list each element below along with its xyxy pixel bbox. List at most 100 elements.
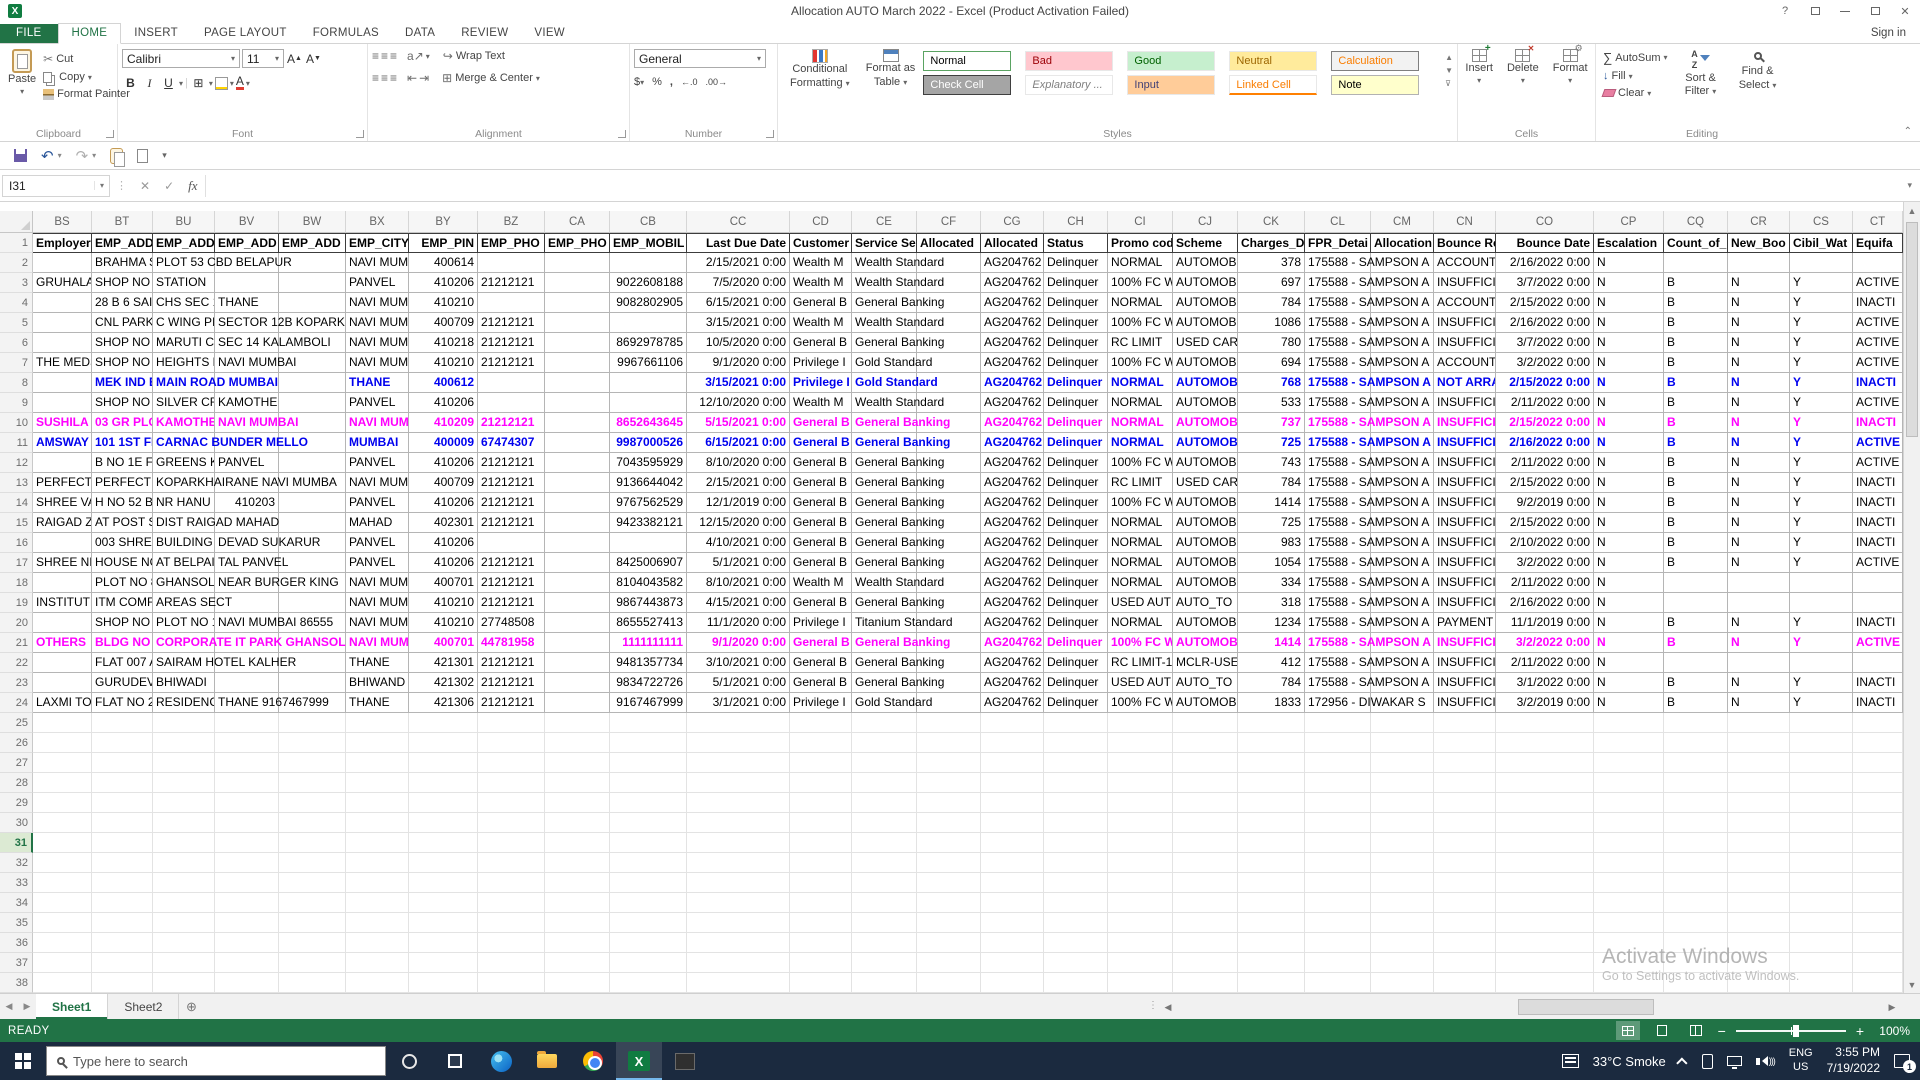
cell-CE16[interactable]: General Banking [852, 533, 917, 553]
cell-BW3[interactable] [279, 273, 346, 293]
cell-CQ5[interactable]: B [1664, 313, 1728, 333]
cell-BU21[interactable]: CORPORATE IT PARK GHANSOL [153, 633, 215, 653]
cell-CR4[interactable]: N [1728, 293, 1790, 313]
cell-BU3[interactable]: STATION [153, 273, 215, 293]
row-header-8[interactable]: 8 [0, 373, 33, 393]
cell-CP4[interactable]: N [1594, 293, 1664, 313]
cell-CN24[interactable]: INSUFFICI [1434, 693, 1496, 713]
cell-CB27[interactable] [610, 753, 687, 773]
col-header-CA[interactable]: CA [545, 211, 610, 233]
cell-BV29[interactable] [215, 793, 279, 813]
save-icon[interactable] [14, 149, 27, 162]
cell-BX32[interactable] [346, 853, 409, 873]
cell-CO4[interactable]: 2/15/2022 0:00 [1496, 293, 1594, 313]
cell-CK6[interactable]: 780 [1238, 333, 1305, 353]
cell-CH27[interactable] [1044, 753, 1108, 773]
cell-CJ15[interactable]: AUTOMOB [1173, 513, 1238, 533]
cell-CR27[interactable] [1728, 753, 1790, 773]
vertical-scrollbar[interactable]: ▲ ▼ [1903, 202, 1920, 993]
underline-button[interactable]: U [160, 74, 177, 92]
cell-CG21[interactable]: AG204762 [981, 633, 1044, 653]
cell-CD22[interactable]: General B [790, 653, 852, 673]
row-header-15[interactable]: 15 [0, 513, 33, 533]
cell-CI21[interactable]: 100% FC W [1108, 633, 1173, 653]
cell-BV30[interactable] [215, 813, 279, 833]
cell-CK19[interactable]: 318 [1238, 593, 1305, 613]
cell-BW25[interactable] [279, 713, 346, 733]
cell-CM35[interactable] [1371, 913, 1434, 933]
cell-CT25[interactable] [1853, 713, 1903, 733]
cell-CL12[interactable]: 175588 - SAMPSON A [1305, 453, 1371, 473]
cell-BV9[interactable]: KAMOTHE [215, 393, 279, 413]
cell-CC10[interactable]: 5/15/2021 0:00 [687, 413, 790, 433]
cell-CD36[interactable] [790, 933, 852, 953]
cell-BU13[interactable]: KOPARKHAIRANE NAVI MUMBA [153, 473, 215, 493]
cell-BS36[interactable] [33, 933, 92, 953]
cell-BZ5[interactable]: 21212121 [478, 313, 545, 333]
cell-BU17[interactable]: AT BELPAI [153, 553, 215, 573]
cell-CN18[interactable]: INSUFFICI [1434, 573, 1496, 593]
cell-BW15[interactable] [279, 513, 346, 533]
cell-CA35[interactable] [545, 913, 610, 933]
cell-BX37[interactable] [346, 953, 409, 973]
cell-CJ14[interactable]: AUTOMOB [1173, 493, 1238, 513]
cell-CR14[interactable]: N [1728, 493, 1790, 513]
cell-CL7[interactable]: 175588 - SAMPSON A [1305, 353, 1371, 373]
col-header-BX[interactable]: BX [346, 211, 409, 233]
cell-CT28[interactable] [1853, 773, 1903, 793]
cell-CG1[interactable]: Allocated [981, 233, 1044, 253]
cell-CD24[interactable]: Privilege I [790, 693, 852, 713]
scroll-right-icon[interactable]: ▶ [1884, 999, 1900, 1015]
cell-CA34[interactable] [545, 893, 610, 913]
cell-BZ17[interactable]: 21212121 [478, 553, 545, 573]
sign-in-link[interactable]: Sign in [1871, 27, 1906, 43]
paste-button[interactable]: Paste▾ [4, 47, 40, 125]
cell-CK30[interactable] [1238, 813, 1305, 833]
cell-CO28[interactable] [1496, 773, 1594, 793]
cell-CQ7[interactable]: B [1664, 353, 1728, 373]
cell-CJ35[interactable] [1173, 913, 1238, 933]
cell-CB19[interactable]: 9867443873 [610, 593, 687, 613]
col-header-CJ[interactable]: CJ [1173, 211, 1238, 233]
cell-CJ23[interactable]: AUTO_TO [1173, 673, 1238, 693]
cell-CO9[interactable]: 2/11/2022 0:00 [1496, 393, 1594, 413]
cell-CQ2[interactable] [1664, 253, 1728, 273]
clear-button[interactable]: Clear▾ [1600, 86, 1671, 100]
cell-CT23[interactable]: INACTI [1853, 673, 1903, 693]
cell-CH26[interactable] [1044, 733, 1108, 753]
cell-BY15[interactable]: 402301 [409, 513, 478, 533]
cell-BT8[interactable]: MEK IND E [92, 373, 153, 393]
cell-CC33[interactable] [687, 873, 790, 893]
tab-scrollbar-splitter[interactable]: ⋮ [1148, 1000, 1158, 1011]
cell-CS37[interactable] [1790, 953, 1853, 973]
cell-CI16[interactable]: NORMAL [1108, 533, 1173, 553]
wrap-text-button[interactable]: ↪Wrap Text [440, 49, 508, 63]
style-chip-normal[interactable]: Normal [923, 51, 1011, 71]
cell-CN28[interactable] [1434, 773, 1496, 793]
cell-CA6[interactable] [545, 333, 610, 353]
cell-CK35[interactable] [1238, 913, 1305, 933]
cell-CS12[interactable]: Y [1790, 453, 1853, 473]
cell-BX25[interactable] [346, 713, 409, 733]
cell-BX29[interactable] [346, 793, 409, 813]
cell-CQ24[interactable]: B [1664, 693, 1728, 713]
cell-CC8[interactable]: 3/15/2021 0:00 [687, 373, 790, 393]
cell-BY19[interactable]: 410210 [409, 593, 478, 613]
cell-CS38[interactable] [1790, 973, 1853, 993]
cell-CK15[interactable]: 725 [1238, 513, 1305, 533]
cell-CT38[interactable] [1853, 973, 1903, 993]
cell-CR21[interactable]: N [1728, 633, 1790, 653]
cell-CE18[interactable]: Wealth Standard [852, 573, 917, 593]
cell-BV23[interactable] [215, 673, 279, 693]
cell-CG19[interactable]: AG204762 [981, 593, 1044, 613]
cell-CA29[interactable] [545, 793, 610, 813]
cell-CP15[interactable]: N [1594, 513, 1664, 533]
align-bottom-icon[interactable]: ≡ [390, 51, 397, 61]
cell-CK26[interactable] [1238, 733, 1305, 753]
cell-CT36[interactable] [1853, 933, 1903, 953]
cell-CQ20[interactable]: B [1664, 613, 1728, 633]
cell-CS7[interactable]: Y [1790, 353, 1853, 373]
cell-CK2[interactable]: 378 [1238, 253, 1305, 273]
cell-CD6[interactable]: General B [790, 333, 852, 353]
cell-CD32[interactable] [790, 853, 852, 873]
